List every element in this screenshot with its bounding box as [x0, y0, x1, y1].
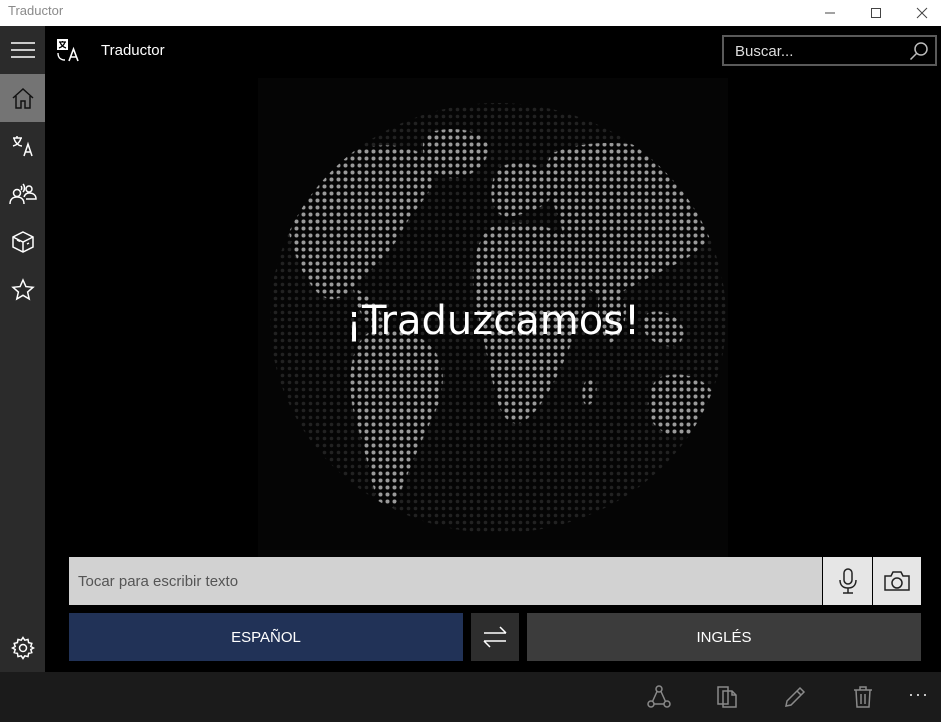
target-language-button[interactable]: INGLÉS	[527, 613, 921, 661]
sidebar	[0, 26, 45, 672]
swap-arrows-icon	[483, 626, 507, 648]
edit-icon	[785, 686, 806, 707]
welcome-headline: ¡Traduzcamos!	[345, 298, 641, 344]
sidebar-menu-button[interactable]	[0, 26, 45, 74]
search-icon[interactable]	[909, 41, 929, 66]
window-title: Traductor	[8, 3, 64, 18]
sidebar-item-phrasebook[interactable]	[0, 218, 45, 266]
minimize-button[interactable]	[807, 0, 853, 26]
translator-logo-icon	[56, 38, 80, 62]
maximize-icon	[871, 8, 881, 18]
edit-button[interactable]	[780, 682, 810, 712]
phrasebook-icon	[11, 231, 34, 253]
bottom-app-bar: ···	[0, 672, 941, 722]
search-placeholder: Buscar...	[735, 43, 794, 60]
close-button[interactable]	[899, 0, 941, 26]
main-content: Traductor Buscar... ¡Traduzcamos! Tocar …	[45, 26, 941, 672]
settings-icon	[10, 636, 35, 660]
window-titlebar: Traductor	[0, 0, 941, 26]
search-box[interactable]: Buscar...	[722, 35, 937, 66]
camera-icon	[884, 571, 910, 591]
swap-languages-button[interactable]	[471, 613, 519, 661]
more-options-button[interactable]: ···	[908, 684, 929, 705]
maximize-button[interactable]	[853, 0, 899, 26]
home-icon	[11, 87, 34, 109]
camera-button[interactable]	[873, 557, 921, 605]
hamburger-menu-icon	[10, 42, 35, 58]
microphone-button[interactable]	[823, 557, 872, 605]
share-button[interactable]	[644, 682, 674, 712]
sidebar-item-home[interactable]	[0, 74, 45, 122]
conversation-icon	[8, 183, 37, 205]
sidebar-item-favorites[interactable]	[0, 266, 45, 314]
delete-button[interactable]	[848, 682, 878, 712]
microphone-icon	[838, 568, 857, 594]
sidebar-item-conversation[interactable]	[0, 170, 45, 218]
copy-icon	[717, 686, 737, 708]
text-input-field[interactable]: Tocar para escribir texto	[69, 557, 822, 605]
text-input-placeholder: Tocar para escribir texto	[78, 573, 239, 590]
sidebar-item-settings[interactable]	[0, 624, 45, 672]
share-icon	[647, 685, 671, 708]
delete-icon	[854, 686, 872, 708]
copy-button[interactable]	[712, 682, 742, 712]
close-icon	[916, 7, 928, 19]
source-language-button[interactable]: ESPAÑOL	[69, 613, 463, 661]
sidebar-item-translate[interactable]	[0, 122, 45, 170]
app-title: Traductor	[101, 42, 165, 59]
translate-icon	[12, 136, 33, 157]
star-icon	[10, 278, 35, 301]
minimize-icon	[825, 12, 835, 14]
